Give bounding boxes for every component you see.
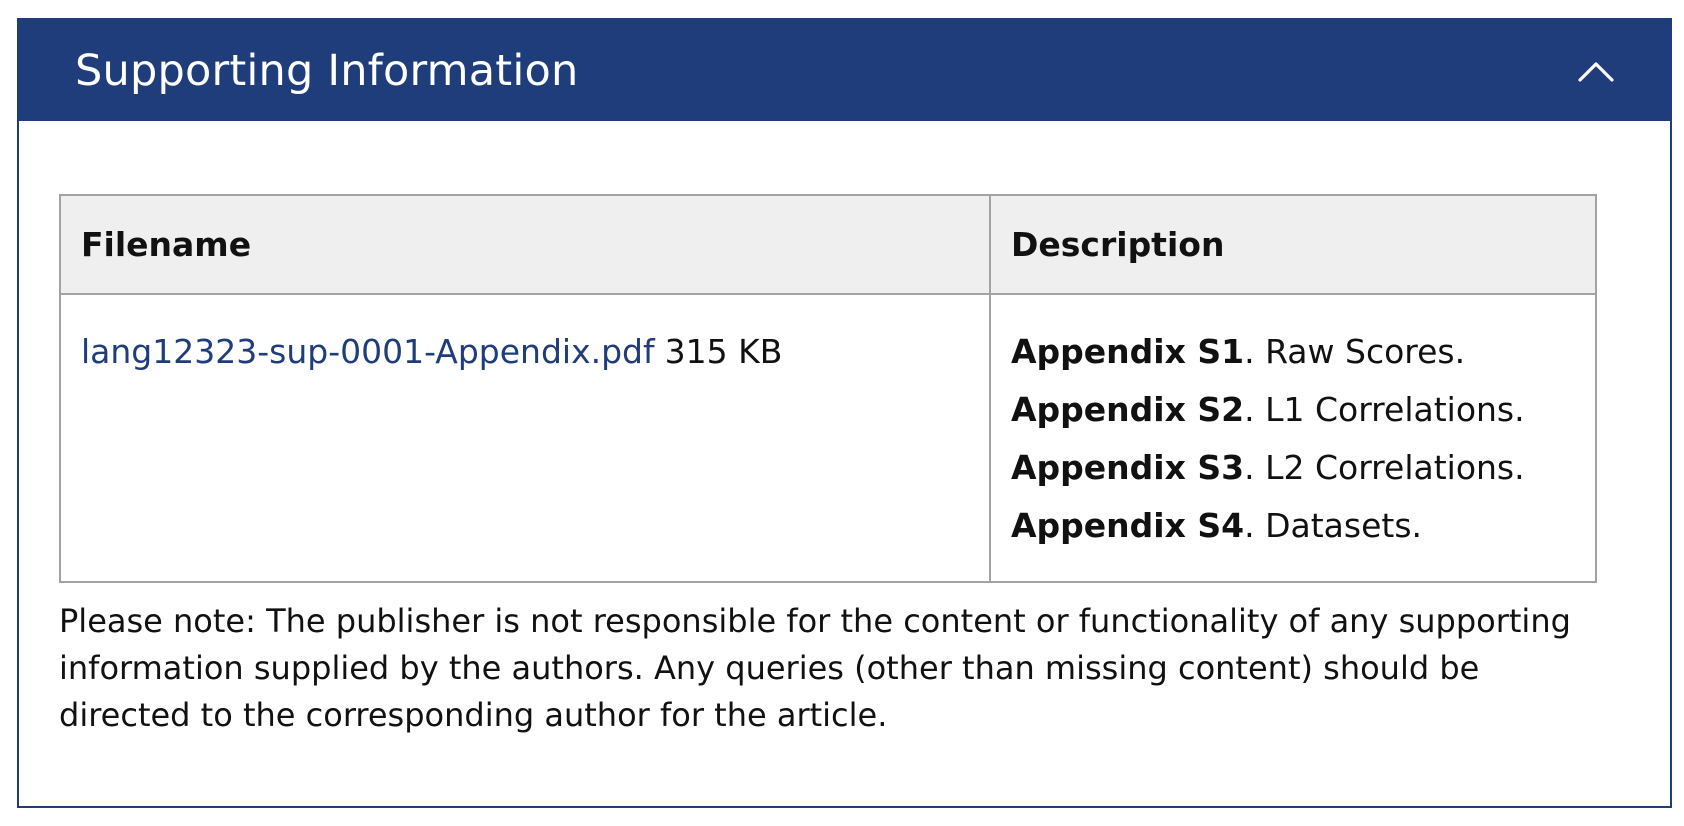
description-label: Appendix S1 <box>1011 332 1245 371</box>
file-size: 315 KB <box>664 332 783 371</box>
description-item: Appendix S4. Datasets. <box>1011 497 1575 555</box>
panel-header[interactable]: Supporting Information <box>19 20 1670 121</box>
chevron-up-icon <box>1578 61 1614 82</box>
description-item: Appendix S3. L2 Correlations. <box>1011 439 1575 497</box>
file-download-link[interactable]: lang12323-sup-0001-Appendix.pdf <box>81 332 655 371</box>
description-label: Appendix S2 <box>1011 390 1245 429</box>
supporting-files-table-wrap: Filename Description lang12323-sup-0001-… <box>59 194 1597 583</box>
table-header-row: Filename Description <box>59 194 1597 295</box>
description-label: Appendix S3 <box>1011 448 1245 487</box>
description-label: Appendix S4 <box>1011 506 1245 545</box>
filename-cell: lang12323-sup-0001-Appendix.pdf 315 KB <box>59 293 991 583</box>
column-header-description: Description <box>989 194 1597 295</box>
description-text: . L1 Correlations. <box>1244 390 1525 429</box>
description-cell: Appendix S1. Raw Scores. Appendix S2. L1… <box>989 293 1597 583</box>
table-row: lang12323-sup-0001-Appendix.pdf 315 KB Ap… <box>59 293 1597 583</box>
description-text: . L2 Correlations. <box>1244 448 1525 487</box>
supporting-files-table: Filename Description lang12323-sup-0001-… <box>59 194 1597 583</box>
panel-title: Supporting Information <box>75 45 579 96</box>
description-item: Appendix S1. Raw Scores. <box>1011 323 1575 381</box>
column-header-filename: Filename <box>59 194 991 295</box>
publisher-disclaimer-note: Please note: The publisher is not respon… <box>59 602 1571 734</box>
description-text: . Raw Scores. <box>1244 332 1466 371</box>
description-item: Appendix S2. L1 Correlations. <box>1011 381 1575 439</box>
collapse-button[interactable] <box>1566 41 1626 101</box>
description-text: . Datasets. <box>1244 506 1422 545</box>
